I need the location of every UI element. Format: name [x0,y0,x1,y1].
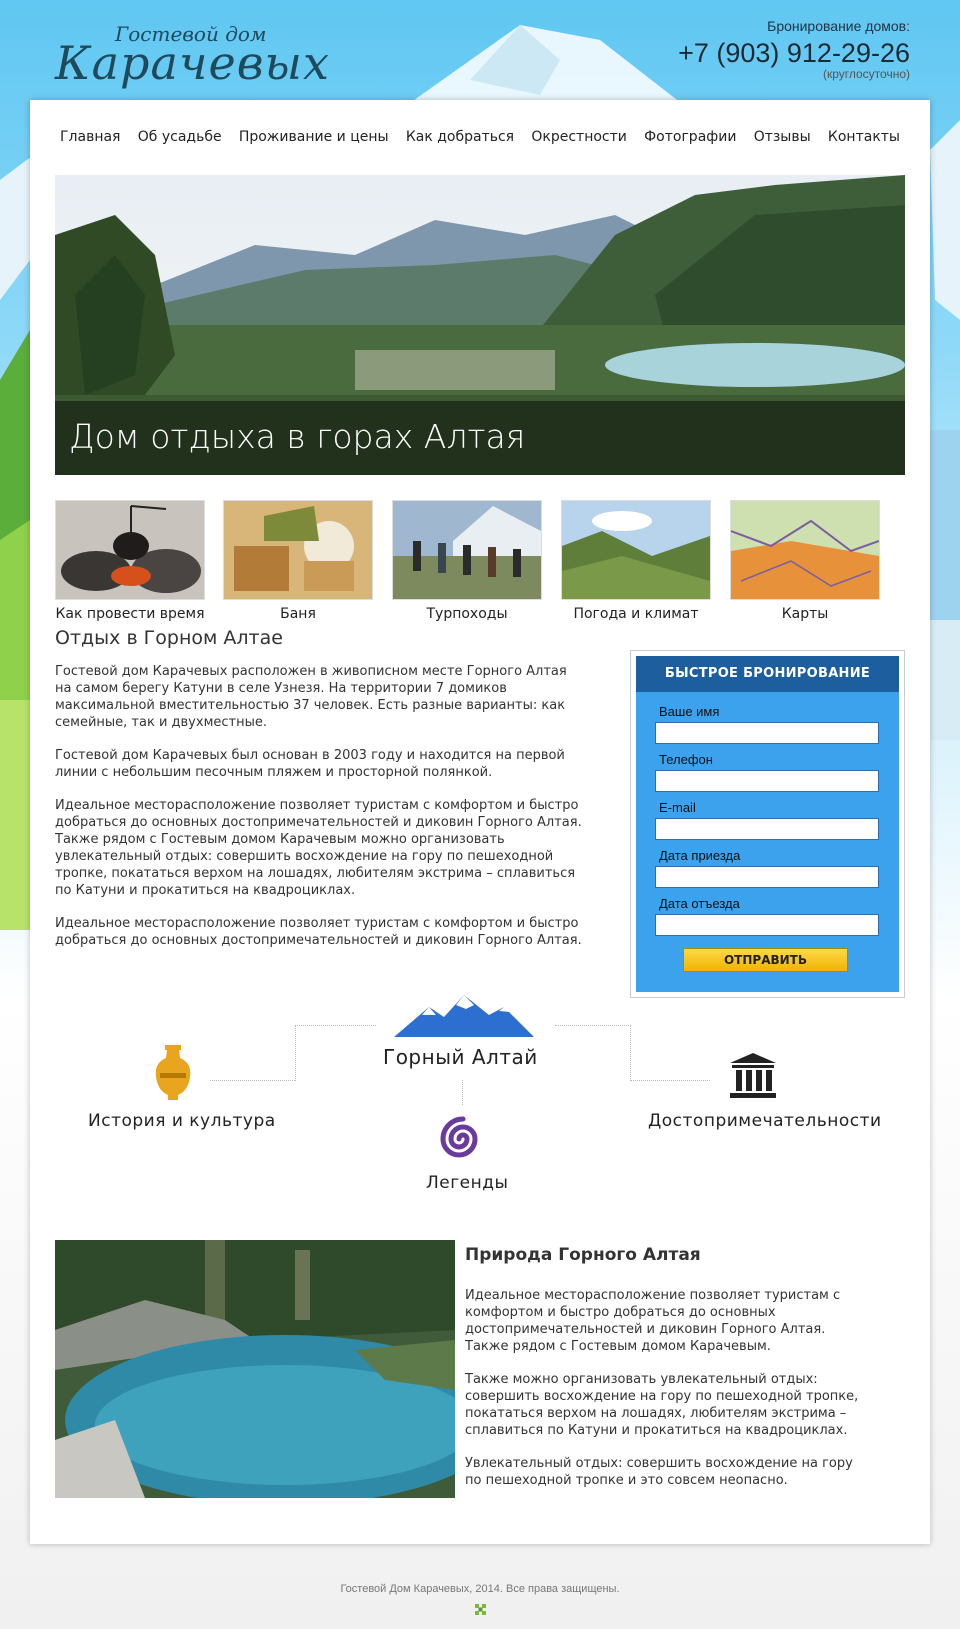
logo-title: Карачевых [55,36,330,90]
nav-item-home[interactable]: Главная [60,129,120,145]
content-title: Отдых в Горном Алтае [55,627,283,649]
nav-item-prices[interactable]: Проживание и цены [239,129,389,145]
category-thumbnails: Как провести время Баня Турпоходы Погода… [55,500,905,630]
thumb-leisure[interactable]: Как провести время [55,500,205,622]
thumb-label-weather[interactable]: Погода и климат [561,606,711,622]
main-nav: Главная Об усадьбе Проживание и цены Как… [60,129,900,145]
nature-title: Природа Горного Алтая [465,1245,701,1265]
thumb-image-banya[interactable] [223,500,373,600]
developer-logo-icon[interactable] [475,1604,486,1615]
nature-section: Природа Горного Алтая Идеальное месторас… [465,1245,865,1505]
thumb-label-banya[interactable]: Баня [223,606,373,622]
thumb-image-leisure[interactable] [55,500,205,600]
nature-image [55,1240,455,1498]
nature-paragraph: Увлекательный отдых: совершить восхожден… [465,1456,853,1488]
footer-copyright: Гостевой Дом Карачевых, 2014. Все права … [340,1583,620,1595]
main-panel: Главная Об усадьбе Проживание и цены Как… [30,100,930,1544]
columns-icon [730,1053,776,1098]
content-paragraph: Гостевой дом Карачевых расположен в живо… [55,664,567,730]
thumb-banya[interactable]: Баня [223,500,373,622]
nav-item-surroundings[interactable]: Окрестности [531,129,627,145]
email-field[interactable] [655,818,879,840]
arrival-date-label: Дата приезда [659,848,741,863]
spiral-icon [440,1116,478,1158]
booking-label: Бронирование домов: [767,18,910,34]
mountain-icon [394,995,534,1037]
quick-booking-form: БЫСТРОЕ БРОНИРОВАНИЕ Ваше имя Телефон E-… [630,650,905,998]
thumb-weather[interactable]: Погода и климат [561,500,711,622]
connector-down [462,1080,463,1105]
email-label: E-mail [659,800,696,815]
content-paragraph: Гостевой дом Карачевых был основан в 200… [55,748,565,780]
hero-title: Дом отдыха в горах Алтая [69,417,526,456]
nav-item-contacts[interactable]: Контакты [828,129,900,145]
arrival-date-field[interactable] [655,866,879,888]
feature-center-label[interactable]: Горный Алтай [383,1045,538,1069]
departure-date-label: Дата отъезда [659,896,740,911]
phone-label: Телефон [659,752,713,767]
vase-icon [155,1045,191,1100]
feature-history-label[interactable]: История и культура [88,1111,276,1131]
connector-right-horizontal [630,1080,710,1081]
thumb-maps[interactable]: Карты [730,500,880,622]
booking-phone-note: (круглосуточно) [822,67,910,81]
feature-sights-label[interactable]: Достопримечательности [648,1111,882,1131]
thumb-image-weather[interactable] [561,500,711,600]
hero-caption: Дом отдыха в горах Алтая [55,401,905,475]
quick-booking-title: БЫСТРОЕ БРОНИРОВАНИЕ [636,656,899,692]
nature-paragraph: Также можно организовать увлекательный о… [465,1372,859,1438]
thumb-label-leisure[interactable]: Как провести время [55,606,205,622]
thumb-label-maps[interactable]: Карты [730,606,880,622]
quick-booking-body: БЫСТРОЕ БРОНИРОВАНИЕ Ваше имя Телефон E-… [636,656,899,992]
connector-right [555,1025,631,1081]
booking-contact: Бронирование домов: +7 (903) 912-29-26 (… [678,18,910,81]
content-paragraph: Идеальное месторасположение позволяет ту… [55,916,582,948]
feature-legends-label[interactable]: Легенды [426,1173,508,1193]
connector-left [295,1025,376,1081]
nav-item-reviews[interactable]: Отзывы [754,129,811,145]
main-content: Отдых в Горном Алтае Гостевой дом Караче… [55,627,585,965]
features-diagram: Горный Алтай История и культура Достопри… [30,995,930,1225]
content-paragraph: Идеальное месторасположение позволяет ту… [55,798,582,898]
hero-banner: Дом отдыха в горах Алтая [55,175,905,475]
name-label: Ваше имя [659,704,720,719]
nav-item-directions[interactable]: Как добраться [406,129,514,145]
name-field[interactable] [655,722,879,744]
booking-phone[interactable]: +7 (903) 912-29-26 [678,38,910,69]
nature-paragraph: Идеальное месторасположение позволяет ту… [465,1288,841,1354]
submit-button[interactable]: ОТПРАВИТЬ [683,948,848,972]
thumb-image-hiking[interactable] [392,500,542,600]
nav-item-about[interactable]: Об усадьбе [138,129,222,145]
departure-date-field[interactable] [655,914,879,936]
thumb-image-maps[interactable] [730,500,880,600]
nav-item-photos[interactable]: Фотографии [644,129,736,145]
phone-field[interactable] [655,770,879,792]
connector-left-horizontal [210,1080,295,1081]
thumb-hiking[interactable]: Турпоходы [392,500,542,622]
thumb-label-hiking[interactable]: Турпоходы [392,606,542,622]
